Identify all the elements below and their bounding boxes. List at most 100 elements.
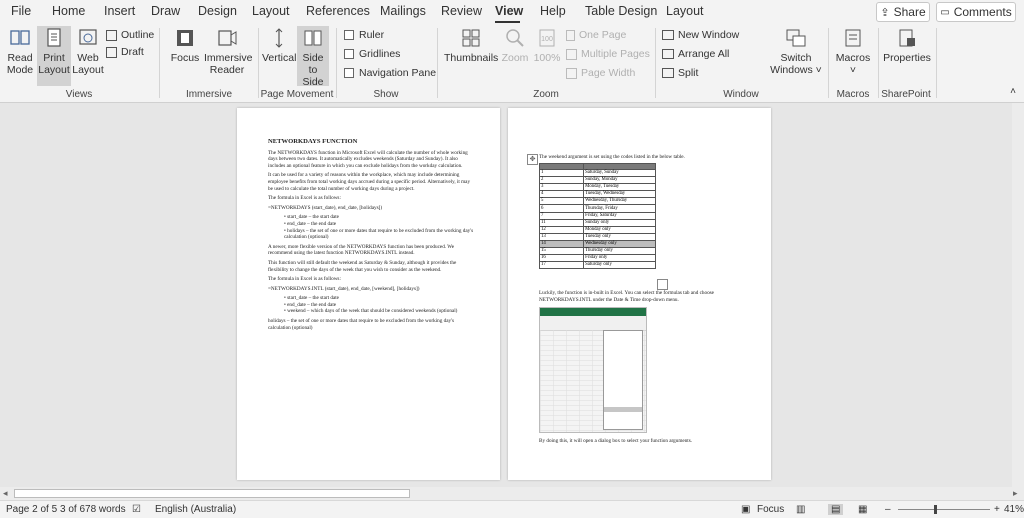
focus-button[interactable]: Focus (168, 27, 202, 64)
multiple-pages-button[interactable]: Multiple Pages (566, 48, 650, 60)
properties-button[interactable]: Properties (882, 27, 932, 64)
table-row: 4 Tuesday, Wednesday (538, 190, 656, 199)
outline-label: Outline (121, 29, 155, 41)
one-page-button[interactable]: One Page (566, 29, 626, 41)
side-to-side-button[interactable]: Side to Side (297, 26, 329, 88)
gridlines-checkbox[interactable]: Gridlines (344, 48, 400, 60)
web-layout-button[interactable]: Web Layout (72, 27, 104, 76)
side-to-side-label-1: Side (302, 52, 324, 64)
zoom-slider[interactable] (898, 509, 990, 510)
zoom-slider-thumb[interactable] (934, 505, 937, 514)
tab-references[interactable]: References (306, 4, 370, 18)
list-item: • end_date – the end date (284, 220, 337, 227)
page-width-button[interactable]: Page Width (566, 67, 635, 79)
vertical-scrollbar[interactable] (1012, 103, 1024, 487)
zoom-100-label: 100% (533, 52, 561, 64)
excel-screenshot-image[interactable] (539, 307, 647, 433)
weekend-code-cell: 7 (538, 211, 585, 220)
scroll-right-icon[interactable]: ▸ (1013, 488, 1018, 499)
multiple-pages-label: Multiple Pages (581, 48, 650, 60)
language[interactable]: English (Australia) (155, 504, 236, 515)
share-label: Share (893, 5, 926, 19)
tab-home[interactable]: Home (52, 4, 85, 18)
collapse-ribbon-button[interactable]: ˄ (1006, 86, 1020, 98)
weekend-code-cell: 3 (538, 183, 585, 192)
web-layout-view-icon[interactable]: ▦ (858, 504, 867, 515)
page-count[interactable]: Page 2 of 5 (6, 504, 57, 515)
document-page-2[interactable]: ✥ The weekend argument is set using the … (508, 108, 771, 480)
immersive-reader-label-1: Immersive (204, 52, 253, 64)
weekend-code-cell: 1 (538, 168, 585, 178)
scroll-left-icon[interactable]: ◂ (3, 488, 8, 499)
horizontal-scrollbar[interactable]: ◂ ▸ (0, 487, 1024, 500)
paragraph: This function will still default the wee… (268, 259, 457, 273)
ruler-checkbox[interactable]: Ruler (344, 29, 384, 41)
table-resize-handle[interactable] (657, 279, 668, 290)
zoom-level[interactable]: 41% (1004, 504, 1024, 515)
print-layout-view-icon[interactable]: ▤ (828, 504, 844, 515)
formula: =NETWORKDAYS (start_date), end_date, [ho… (268, 204, 383, 211)
outline-button[interactable]: Outline (106, 29, 154, 41)
focus-mode-label[interactable]: Focus (757, 504, 784, 515)
immersive-reader-icon (218, 30, 237, 46)
tab-insert[interactable]: Insert (104, 4, 135, 18)
tab-file[interactable]: File (11, 4, 31, 18)
separator (828, 28, 829, 98)
share-button[interactable]: ⇪ Share (876, 2, 930, 22)
switch-windows-icon (786, 29, 806, 47)
macros-icon (845, 29, 861, 47)
vertical-button[interactable]: Vertical (262, 27, 296, 64)
tab-draw[interactable]: Draw (151, 4, 180, 18)
horizontal-scroll-thumb[interactable] (14, 489, 410, 498)
table-move-handle-icon[interactable]: ✥ (527, 154, 538, 165)
thumbnails-button[interactable]: Thumbnails (444, 27, 498, 64)
tab-review[interactable]: Review (441, 4, 482, 18)
zoom-out-button[interactable]: – (885, 504, 891, 515)
split-button[interactable]: Split (662, 67, 698, 79)
new-window-button[interactable]: New Window (662, 29, 739, 41)
weekend-days-cell: Tuesday only (583, 232, 656, 241)
zoom-button[interactable]: Zoom (500, 27, 530, 64)
tab-mailings[interactable]: Mailings (380, 4, 426, 18)
zoom-in-button[interactable]: + (994, 504, 1000, 515)
switch-windows-button[interactable]: Switch Windows ˅ (768, 27, 824, 76)
table-row: 11 Sunday only (538, 218, 656, 227)
arrange-all-icon (662, 49, 674, 59)
tab-layout[interactable]: Layout (252, 4, 290, 18)
table-row: 7 Friday, Saturday (538, 211, 656, 220)
separator (336, 28, 337, 98)
tab-help[interactable]: Help (540, 4, 566, 18)
weekend-code-cell: 13 (538, 232, 585, 241)
proofing-icon[interactable]: ☑ (132, 504, 141, 515)
navigation-pane-checkbox[interactable]: Navigation Pane (344, 67, 436, 79)
tab-table-layout[interactable]: Layout (666, 4, 704, 18)
macros-button[interactable]: Macros ˅ (834, 27, 872, 76)
macros-label: Macros (835, 52, 871, 64)
draft-button[interactable]: Draft (106, 46, 144, 58)
switch-windows-label-2: Windows (770, 64, 813, 76)
weekend-code-cell: 12 (538, 225, 585, 234)
focus-mode-icon[interactable]: ▣ (741, 504, 750, 515)
print-layout-icon (47, 28, 61, 47)
document-page-1[interactable]: NETWORKDAYS FUNCTION The NETWORKDAYS fun… (237, 108, 500, 480)
zoom-group-label: Zoom (533, 89, 559, 100)
svg-text:100: 100 (541, 36, 553, 43)
table-row: 6 Thursday, Friday (538, 204, 656, 213)
immersive-group-label: Immersive (185, 89, 233, 100)
word-count[interactable]: 3 of 678 words (60, 504, 126, 515)
print-layout-button[interactable]: Print Layout (37, 26, 71, 86)
tab-view[interactable]: View (495, 4, 523, 18)
weekend-days-cell: Thursday, Friday (583, 204, 656, 213)
list-item: • weekend – which days of the week that … (284, 308, 458, 315)
tab-table-design[interactable]: Table Design (585, 4, 657, 18)
read-mode-button[interactable]: Read Mode (4, 27, 36, 76)
zoom-100-button[interactable]: 100 100% (532, 27, 562, 64)
separator (159, 28, 160, 98)
table-row: 1 Saturday, Sunday (538, 168, 656, 178)
arrange-all-button[interactable]: Arrange All (662, 48, 729, 60)
immersive-reader-button[interactable]: Immersive Reader (204, 27, 253, 76)
tab-design[interactable]: Design (198, 4, 237, 18)
paragraph: The NETWORKDAYS function in Microsoft Ex… (268, 149, 468, 169)
comments-button[interactable]: ▭ Comments (936, 2, 1016, 22)
read-mode-view-icon[interactable]: ▥ (796, 504, 805, 515)
